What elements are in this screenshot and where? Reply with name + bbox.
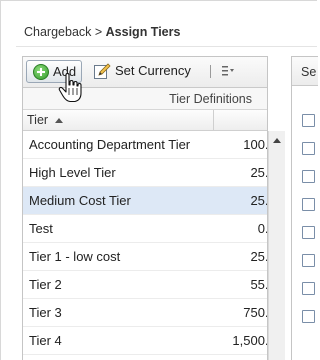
tier-cost-cell-clip: 100.00 — [219, 137, 267, 152]
table-row[interactable]: Medium Cost Tier 25.00 — [23, 187, 267, 215]
column-header-tier[interactable]: Tier — [27, 113, 48, 127]
toolbar-divider — [210, 65, 211, 78]
edit-icon — [94, 63, 111, 79]
tier-cost-cell: 25.00 — [250, 193, 267, 208]
add-circle-icon — [33, 64, 49, 80]
right-panel-toolbar: Se — [292, 56, 318, 86]
tier-cost-cell-clip: 55.90 — [219, 277, 267, 292]
column-divider[interactable] — [213, 110, 214, 130]
table-row[interactable]: Test 0.00 — [23, 215, 268, 243]
tier-cost-cell: 0.00 — [257, 221, 268, 236]
tier-cost-cell-clip: 25.00 — [219, 249, 267, 264]
tier-cost-cell-clip: 0.00 — [219, 221, 268, 236]
tier-cost-cell-clip: 1,500.00 — [219, 333, 268, 348]
tier-name-cell: Tier 2 — [29, 277, 62, 292]
row-checkbox[interactable] — [302, 170, 315, 183]
table-row[interactable]: Accounting Department Tier 100.00 — [23, 131, 267, 159]
tier-cost-cell: 25.00 — [250, 165, 267, 180]
breadcrumb-separator: > — [91, 25, 106, 39]
breadcrumb-parent[interactable]: Chargeback — [24, 25, 91, 39]
right-panel-label: Se — [301, 65, 317, 79]
set-currency-label: Set Currency — [115, 63, 191, 78]
row-checkbox[interactable] — [302, 114, 315, 127]
tier-name-cell: Medium Cost Tier — [29, 193, 131, 208]
header-divider — [16, 46, 317, 47]
row-checkbox[interactable] — [302, 310, 315, 323]
column-header-row: Tier — [23, 110, 267, 131]
tier-cost-cell: 55.90 — [250, 277, 267, 292]
row-checkbox[interactable] — [302, 282, 315, 295]
tier-cost-cell-clip: 25.00 — [219, 193, 267, 208]
breadcrumb-current: Assign Tiers — [105, 25, 181, 39]
tier-name-cell: Test — [29, 221, 53, 236]
sort-ascending-icon — [55, 118, 63, 123]
table-row[interactable]: Tier 1 - low cost 25.00 — [23, 243, 267, 271]
tier-cost-cell: 25.00 — [250, 249, 267, 264]
breadcrumb: Chargeback > Assign Tiers — [24, 25, 180, 39]
row-checkbox[interactable] — [302, 254, 315, 267]
right-panel: Se — [291, 56, 318, 360]
table-row[interactable]: Tier 4 1,500.00 — [23, 327, 268, 355]
tier-cost-cell: 1,500.00 — [232, 333, 268, 348]
tier-cost-cell-clip: 25.00 — [219, 165, 267, 180]
vertical-scrollbar[interactable] — [268, 131, 285, 360]
tier-name-cell: Tier 1 - low cost — [29, 249, 121, 264]
row-checkbox[interactable] — [302, 198, 315, 211]
scroll-up-icon[interactable] — [273, 138, 281, 143]
row-checkbox[interactable] — [302, 226, 315, 239]
columns-menu-icon[interactable] — [221, 64, 235, 78]
group-header-label: Tier Definitions — [169, 92, 252, 106]
tier-cost-cell: 100.00 — [243, 137, 267, 152]
tier-name-cell: Tier 3 — [29, 305, 62, 320]
tier-name-cell: Accounting Department Tier — [29, 137, 191, 152]
hand-cursor-icon — [58, 73, 82, 103]
tier-name-cell: Tier 4 — [29, 333, 62, 348]
tier-cost-cell-clip: 750.00 — [219, 305, 267, 320]
row-checkbox[interactable] — [302, 142, 315, 155]
table-row[interactable]: Tier 2 55.90 — [23, 271, 267, 299]
tier-cost-cell: 750.00 — [243, 305, 267, 320]
table-row[interactable]: High Level Tier 25.00 — [23, 159, 267, 187]
table-row[interactable]: Tier 3 750.00 — [23, 299, 267, 327]
tier-name-cell: High Level Tier — [29, 165, 116, 180]
